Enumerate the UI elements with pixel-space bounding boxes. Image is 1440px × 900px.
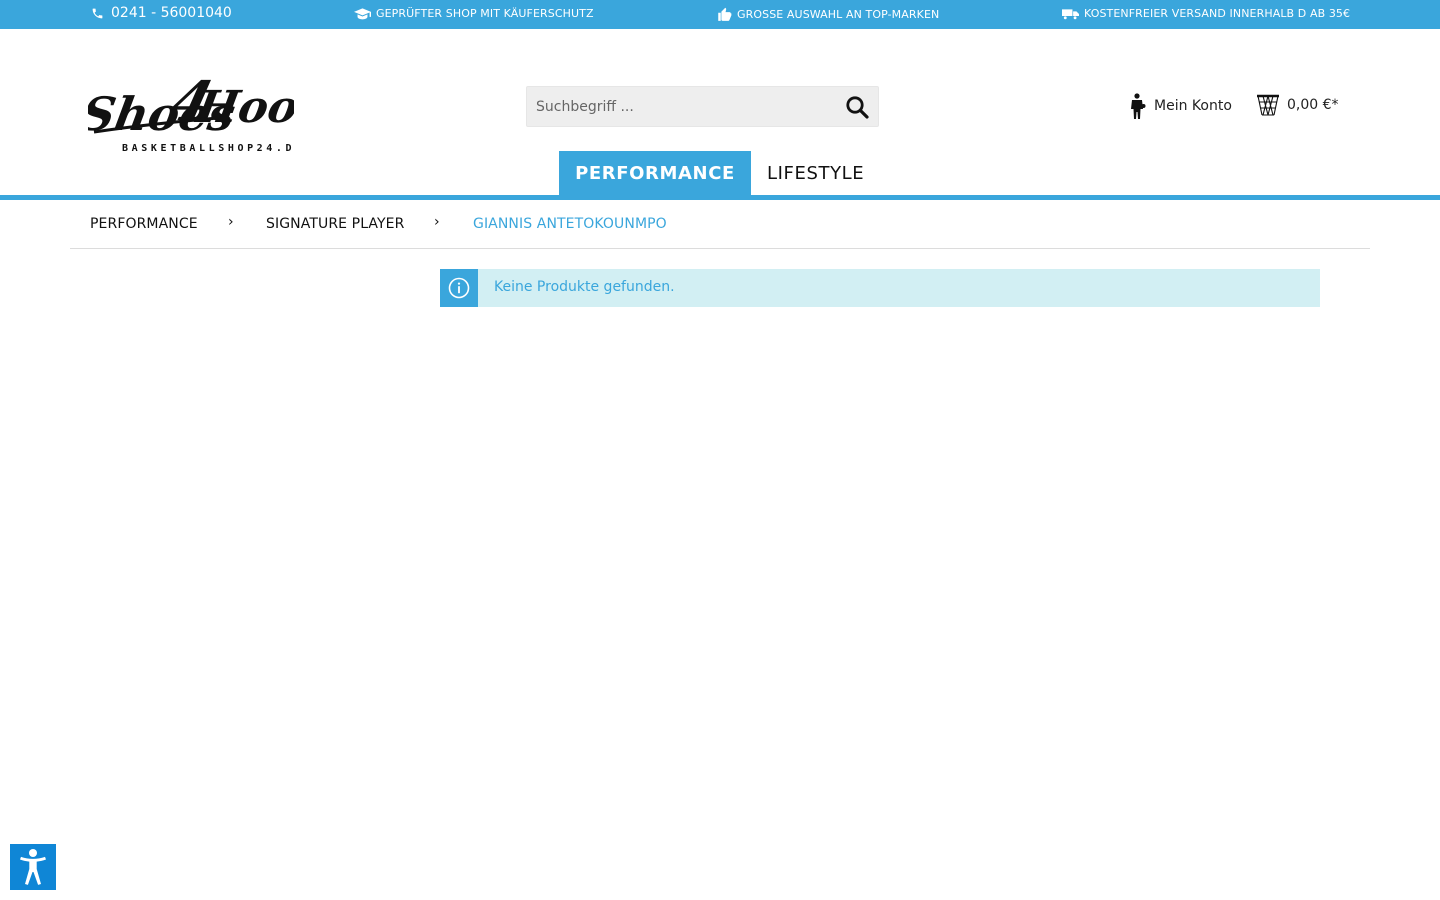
breadcrumb-separator: › [434,214,440,230]
nav-item-performance[interactable]: PERFORMANCE [559,151,751,195]
usp-text: GROSSE AUSWAHL AN TOP-MARKEN [737,7,940,21]
shop-logo[interactable]: Shoes 4 Hoops BASKETBALLSHOP24.DE [77,58,357,154]
info-icon [448,277,470,299]
phone-icon [92,8,103,18]
search-box [526,86,879,127]
thumbs-up-icon [718,7,732,21]
breadcrumb-item-performance[interactable]: PERFORMANCE [90,216,198,232]
breadcrumb-divider [70,248,1370,249]
alert-message: Keine Produkte gefunden. [494,279,675,295]
nav-divider [0,195,1440,200]
breadcrumb-separator: › [228,214,234,230]
alert-icon-box [440,269,478,307]
svg-text:Hoops: Hoops [191,81,294,133]
usp-brands: GROSSE AUSWAHL AN TOP-MARKEN [717,7,939,21]
cart-total: 0,00 €* [1287,97,1339,113]
account-label: Mein Konto [1154,98,1232,114]
usp-text: GEPRÜFTER SHOP MIT KÄUFERSCHUTZ [376,7,594,20]
usp-text: KOSTENFREIER VERSAND INNERHALB D AB 35€ [1084,7,1351,20]
nav-item-lifestyle[interactable]: LIFESTYLE [751,151,879,195]
logo-graphic: Shoes 4 Hoops BASKETBALLSHOP24.DE [77,70,357,154]
svg-text:BASKETBALLSHOP24.DE: BASKETBALLSHOP24.DE [122,143,294,154]
breadcrumb-item-current[interactable]: GIANNIS ANTETOKOUNMPO [473,216,667,232]
no-products-alert: Keine Produkte gefunden. [440,269,1320,307]
phone-number: 0241 - 56001040 [111,5,232,21]
phone-link[interactable]: 0241 - 56001040 [91,5,232,21]
usp-shipping: KOSTENFREIER VERSAND INNERHALB D AB 35€ [1062,7,1350,20]
main-navigation: PERFORMANCE LIFESTYLE [559,151,879,195]
search-icon [846,96,869,119]
nav-item-label: LIFESTYLE [767,162,865,184]
truck-icon [1062,8,1079,19]
usp-buyer-protection: GEPRÜFTER SHOP MIT KÄUFERSCHUTZ [354,7,594,20]
cart-link[interactable]: 0,00 €* [1256,94,1339,116]
graduation-cap-icon [354,7,371,19]
basketball-player-icon [1131,93,1146,119]
account-link[interactable]: Mein Konto [1128,93,1232,119]
breadcrumb-item-signature-player[interactable]: SIGNATURE PLAYER [266,216,404,232]
accessibility-button[interactable] [10,844,56,890]
search-input[interactable] [527,87,827,126]
search-button[interactable] [845,95,869,119]
basketball-net-icon [1257,94,1279,116]
top-bar: 0241 - 56001040 GEPRÜFTER SHOP MIT KÄUFE… [0,0,1440,29]
nav-item-label: PERFORMANCE [575,162,735,184]
accessibility-icon [20,849,46,885]
